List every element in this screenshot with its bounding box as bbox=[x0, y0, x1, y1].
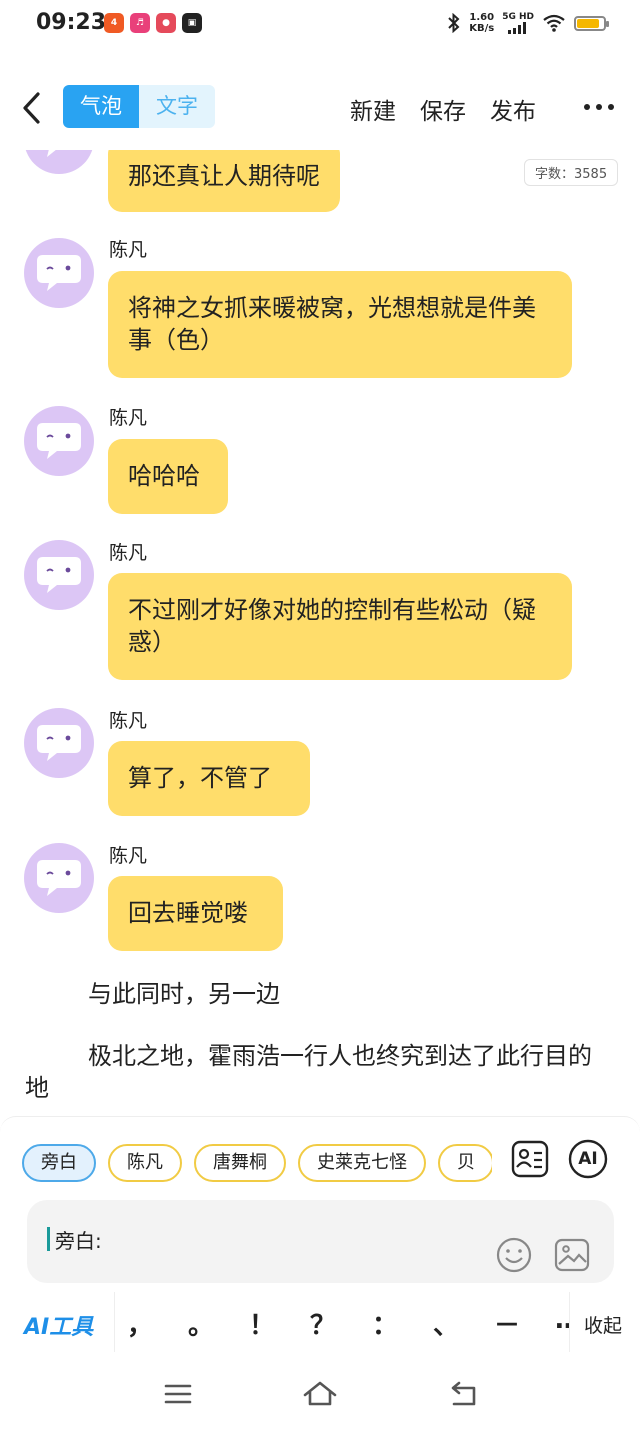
punctuation-toolbar: AI工具 ， 。 ！ ？ ： 、 － … 收起 bbox=[0, 1292, 640, 1354]
narration-paragraph[interactable]: 与此同时，另一边 bbox=[88, 978, 608, 1010]
punct-exclamation-button[interactable]: ！ bbox=[249, 1305, 275, 1342]
net-speed-value: 1.60 bbox=[469, 12, 495, 23]
tab-text[interactable]: 文字 bbox=[139, 85, 215, 128]
speaker-name: 陈凡 bbox=[109, 542, 148, 564]
punct-comma-button[interactable]: ， bbox=[127, 1305, 153, 1342]
collapse-button[interactable]: 收起 bbox=[584, 1311, 622, 1338]
story-content[interactable]: 字数：3585 那还真让人期待呢 陈凡 将神之女抓来暖被窝，光想想就是件美事（色… bbox=[0, 150, 640, 1116]
signal-icon bbox=[508, 22, 527, 34]
battery-icon bbox=[574, 15, 609, 31]
chevron-left-icon bbox=[23, 92, 40, 124]
back-nav-button[interactable] bbox=[446, 1379, 478, 1413]
speaker-name: 陈凡 bbox=[109, 239, 148, 261]
avatar[interactable] bbox=[24, 843, 94, 913]
chat-bubble-face-icon bbox=[47, 150, 56, 157]
network-type: 5G HD bbox=[502, 12, 534, 22]
system-navigation-bar bbox=[0, 1357, 640, 1433]
character-chip[interactable]: 陈凡 bbox=[108, 1144, 182, 1182]
speaker-name: 陈凡 bbox=[109, 710, 148, 732]
ai-tools-button[interactable]: AI工具 bbox=[24, 1309, 93, 1341]
menu-nav-button[interactable] bbox=[163, 1379, 193, 1413]
app-icon-c: ● bbox=[156, 13, 176, 33]
app-icon-d: ▣ bbox=[182, 13, 202, 33]
ai-chip-label: AI bbox=[578, 1149, 598, 1169]
punctuation-bar[interactable]: ， 。 ！ ？ ： 、 － … bbox=[114, 1292, 570, 1352]
nav-actions: 新建 保存 发布 bbox=[350, 92, 536, 126]
publish-button[interactable]: 发布 bbox=[490, 92, 536, 126]
back-button[interactable] bbox=[18, 88, 48, 128]
message-bubble[interactable]: 不过刚才好像对她的控制有些松动（疑惑） bbox=[108, 573, 572, 680]
message-bubble[interactable]: 哈哈哈 bbox=[108, 439, 228, 514]
character-chip[interactable]: 史莱克七怪 bbox=[298, 1144, 426, 1182]
battery-tip bbox=[606, 20, 609, 27]
wifi-icon bbox=[543, 14, 565, 32]
app-icon-b: ♬ bbox=[130, 13, 150, 33]
dialogue-input-box[interactable] bbox=[27, 1200, 614, 1283]
character-manage-button[interactable] bbox=[510, 1139, 550, 1179]
mode-toggle: 气泡 文字 bbox=[63, 85, 215, 128]
home-icon bbox=[303, 1381, 337, 1406]
image-icon bbox=[554, 1238, 590, 1272]
message-bubble[interactable]: 将神之女抓来暖被窝，光想想就是件美事（色） bbox=[108, 271, 572, 378]
ai-chip-button[interactable]: AI bbox=[568, 1139, 608, 1179]
chat-bubble-face-icon bbox=[37, 860, 81, 896]
speaker-name: 陈凡 bbox=[109, 845, 148, 867]
editor-panel: 旁白 陈凡 唐舞桐 史莱克七怪贝 AI 旁白: AI工具 ， 。 ！ ？ ： 、… bbox=[0, 1116, 640, 1358]
net-speed-unit: KB/s bbox=[469, 23, 495, 34]
avatar[interactable] bbox=[24, 406, 94, 476]
top-nav: 气泡 文字 新建 保存 发布 bbox=[0, 70, 640, 148]
back-arrow-icon bbox=[451, 1381, 476, 1406]
emoji-icon bbox=[496, 1237, 532, 1273]
save-button[interactable]: 保存 bbox=[420, 92, 466, 126]
punct-colon-button[interactable]: ： bbox=[372, 1305, 398, 1342]
status-bar: 09:23 4 ♬ ● ▣ 1.60 KB/s 5G HD bbox=[0, 0, 640, 52]
emoji-button[interactable] bbox=[495, 1236, 533, 1274]
message-bubble[interactable]: 算了，不管了 bbox=[108, 741, 310, 816]
avatar[interactable] bbox=[24, 238, 94, 308]
message-bubble[interactable]: 回去睡觉喽 bbox=[108, 876, 283, 951]
punct-question-button[interactable]: ？ bbox=[310, 1305, 336, 1342]
punct-ellipsis-button[interactable]: … bbox=[555, 1305, 569, 1335]
battery-fill bbox=[577, 18, 599, 28]
menu-icon bbox=[164, 1384, 192, 1404]
punct-dash-button[interactable]: － bbox=[494, 1305, 520, 1342]
bluetooth-icon bbox=[448, 13, 460, 33]
chat-bubble-face-icon bbox=[37, 557, 81, 593]
word-count: 字数：3585 bbox=[524, 159, 619, 186]
message-bubble[interactable]: 那还真让人期待呢 bbox=[108, 150, 340, 212]
speaker-name: 陈凡 bbox=[109, 407, 148, 429]
character-chip[interactable]: 唐舞桐 bbox=[194, 1144, 286, 1182]
dialogue-input[interactable] bbox=[47, 1227, 255, 1251]
new-button[interactable]: 新建 bbox=[350, 92, 396, 126]
signal: 5G HD bbox=[502, 12, 534, 34]
notification-app-icons: 4 ♬ ● ▣ bbox=[104, 13, 202, 33]
avatar[interactable] bbox=[24, 708, 94, 778]
narration-paragraph[interactable]: 极北之地，霍雨浩一行人也终究到达了此行目的地 bbox=[25, 1040, 595, 1104]
chat-bubble-face-icon bbox=[37, 255, 81, 291]
punct-period-button[interactable]: 。 bbox=[188, 1305, 214, 1342]
home-nav-button[interactable] bbox=[302, 1379, 338, 1413]
punct-enumeration-comma-button[interactable]: 、 bbox=[433, 1305, 459, 1342]
contact-card-icon bbox=[511, 1140, 549, 1178]
character-chips: 旁白 陈凡 唐舞桐 史莱克七怪贝 bbox=[22, 1144, 492, 1182]
character-chip[interactable]: 贝 bbox=[438, 1144, 492, 1182]
avatar[interactable] bbox=[24, 540, 94, 610]
chat-bubble-face-icon bbox=[37, 423, 81, 459]
avatar[interactable] bbox=[24, 150, 94, 174]
image-button[interactable] bbox=[553, 1236, 591, 1274]
chat-bubble-face-icon bbox=[37, 725, 81, 761]
character-chip-narrator[interactable]: 旁白 bbox=[22, 1144, 96, 1182]
status-time: 09:23 bbox=[36, 10, 107, 35]
status-right: 1.60 KB/s 5G HD bbox=[447, 12, 609, 34]
tab-bubble[interactable]: 气泡 bbox=[63, 85, 139, 128]
net-speed: 1.60 KB/s bbox=[469, 12, 494, 34]
app-icon-a: 4 bbox=[104, 13, 124, 33]
more-options-button[interactable] bbox=[584, 104, 614, 110]
